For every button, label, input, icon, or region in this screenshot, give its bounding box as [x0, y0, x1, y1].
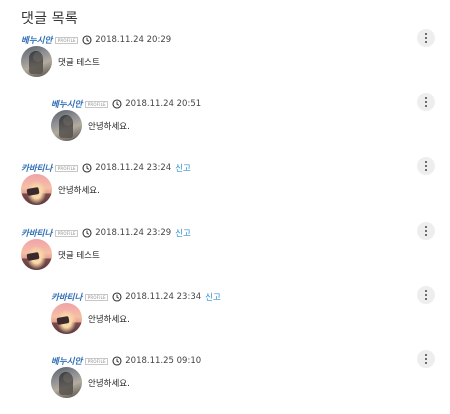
comment-author[interactable]: 베누시안	[21, 34, 52, 46]
comment-text: 댓글 테스트	[58, 251, 100, 261]
comment-header: 베누시안 PROFILE 2018.11.25 09:10	[51, 354, 201, 368]
clock-icon	[112, 99, 122, 109]
clock-icon	[82, 228, 92, 238]
comment-item: 베누시안 PROFILE 2018.11.24 20:29 댓글 테스트	[0, 29, 450, 93]
comment-text: 안녕하세요.	[88, 122, 130, 132]
avatar[interactable]	[51, 303, 82, 334]
more-vertical-icon	[424, 226, 428, 229]
comment-timestamp: 2018.11.24 20:51	[125, 99, 202, 109]
more-vertical-icon	[424, 354, 428, 357]
comment-author[interactable]: 카바티나	[21, 227, 52, 239]
report-link[interactable]: 신고	[175, 162, 191, 174]
clock-icon	[82, 163, 92, 173]
clock-icon	[82, 35, 92, 45]
avatar[interactable]	[51, 367, 82, 398]
clock-icon	[112, 292, 122, 302]
comment-author[interactable]: 카바티나	[21, 162, 52, 174]
comment-timestamp: 2018.11.24 23:34	[125, 292, 202, 302]
report-link[interactable]: 신고	[175, 227, 191, 239]
comment-header: 카바티나 PROFILE 2018.11.24 23:34 신고	[51, 290, 221, 304]
comment-timestamp: 2018.11.25 09:10	[125, 356, 202, 366]
profile-tag[interactable]: PROFILE	[55, 36, 79, 44]
profile-tag[interactable]: PROFILE	[85, 357, 109, 365]
report-link[interactable]: 신고	[205, 291, 221, 303]
more-vertical-icon	[424, 33, 428, 36]
more-vertical-icon	[424, 290, 428, 293]
more-vertical-icon	[424, 97, 428, 100]
profile-tag[interactable]: PROFILE	[85, 293, 109, 301]
more-menu-button[interactable]	[417, 157, 435, 175]
comment-item: 카바티나 PROFILE 2018.11.24 23:24 신고 안녕하세요.	[0, 157, 450, 221]
comment-header: 카바티나 PROFILE 2018.11.24 23:24 신고	[21, 161, 191, 175]
comment-author[interactable]: 베누시안	[51, 98, 82, 110]
comment-header: 베누시안 PROFILE 2018.11.24 20:51	[51, 97, 201, 111]
comment-item: 카바티나 PROFILE 2018.11.24 23:34 신고 안녕하세요.	[0, 286, 450, 350]
comment-timestamp: 2018.11.24 23:29	[95, 228, 172, 238]
profile-tag[interactable]: PROFILE	[55, 164, 79, 172]
more-menu-button[interactable]	[417, 222, 435, 240]
comment-item: 베누시안 PROFILE 2018.11.24 20:51 안녕하세요.	[0, 93, 450, 157]
comment-text: 안녕하세요.	[88, 379, 130, 389]
comment-item: 카바티나 PROFILE 2018.11.24 23:29 신고 댓글 테스트	[0, 222, 450, 286]
more-menu-button[interactable]	[417, 350, 435, 368]
comment-timestamp: 2018.11.24 23:24	[95, 163, 172, 173]
avatar[interactable]	[21, 46, 52, 77]
profile-tag[interactable]: PROFILE	[55, 229, 79, 237]
clock-icon	[112, 356, 122, 366]
comment-header: 카바티나 PROFILE 2018.11.24 23:29 신고	[21, 226, 191, 240]
comment-author[interactable]: 카바티나	[51, 291, 82, 303]
avatar[interactable]	[21, 174, 52, 205]
avatar[interactable]	[51, 110, 82, 141]
more-menu-button[interactable]	[417, 286, 435, 304]
more-menu-button[interactable]	[417, 29, 435, 47]
more-vertical-icon	[424, 161, 428, 164]
comment-text: 댓글 테스트	[58, 58, 100, 68]
profile-tag[interactable]: PROFILE	[85, 100, 109, 108]
comment-item: 베누시안 PROFILE 2018.11.25 09:10 안녕하세요.	[0, 350, 450, 414]
more-menu-button[interactable]	[417, 93, 435, 111]
comment-text: 안녕하세요.	[88, 315, 130, 325]
comment-timestamp: 2018.11.24 20:29	[95, 35, 172, 45]
comment-text: 안녕하세요.	[58, 186, 100, 196]
comment-author[interactable]: 베누시안	[51, 355, 82, 367]
comment-header: 베누시안 PROFILE 2018.11.24 20:29	[21, 33, 171, 47]
avatar[interactable]	[21, 239, 52, 270]
comment-list-title: 댓글 목록	[21, 11, 78, 27]
